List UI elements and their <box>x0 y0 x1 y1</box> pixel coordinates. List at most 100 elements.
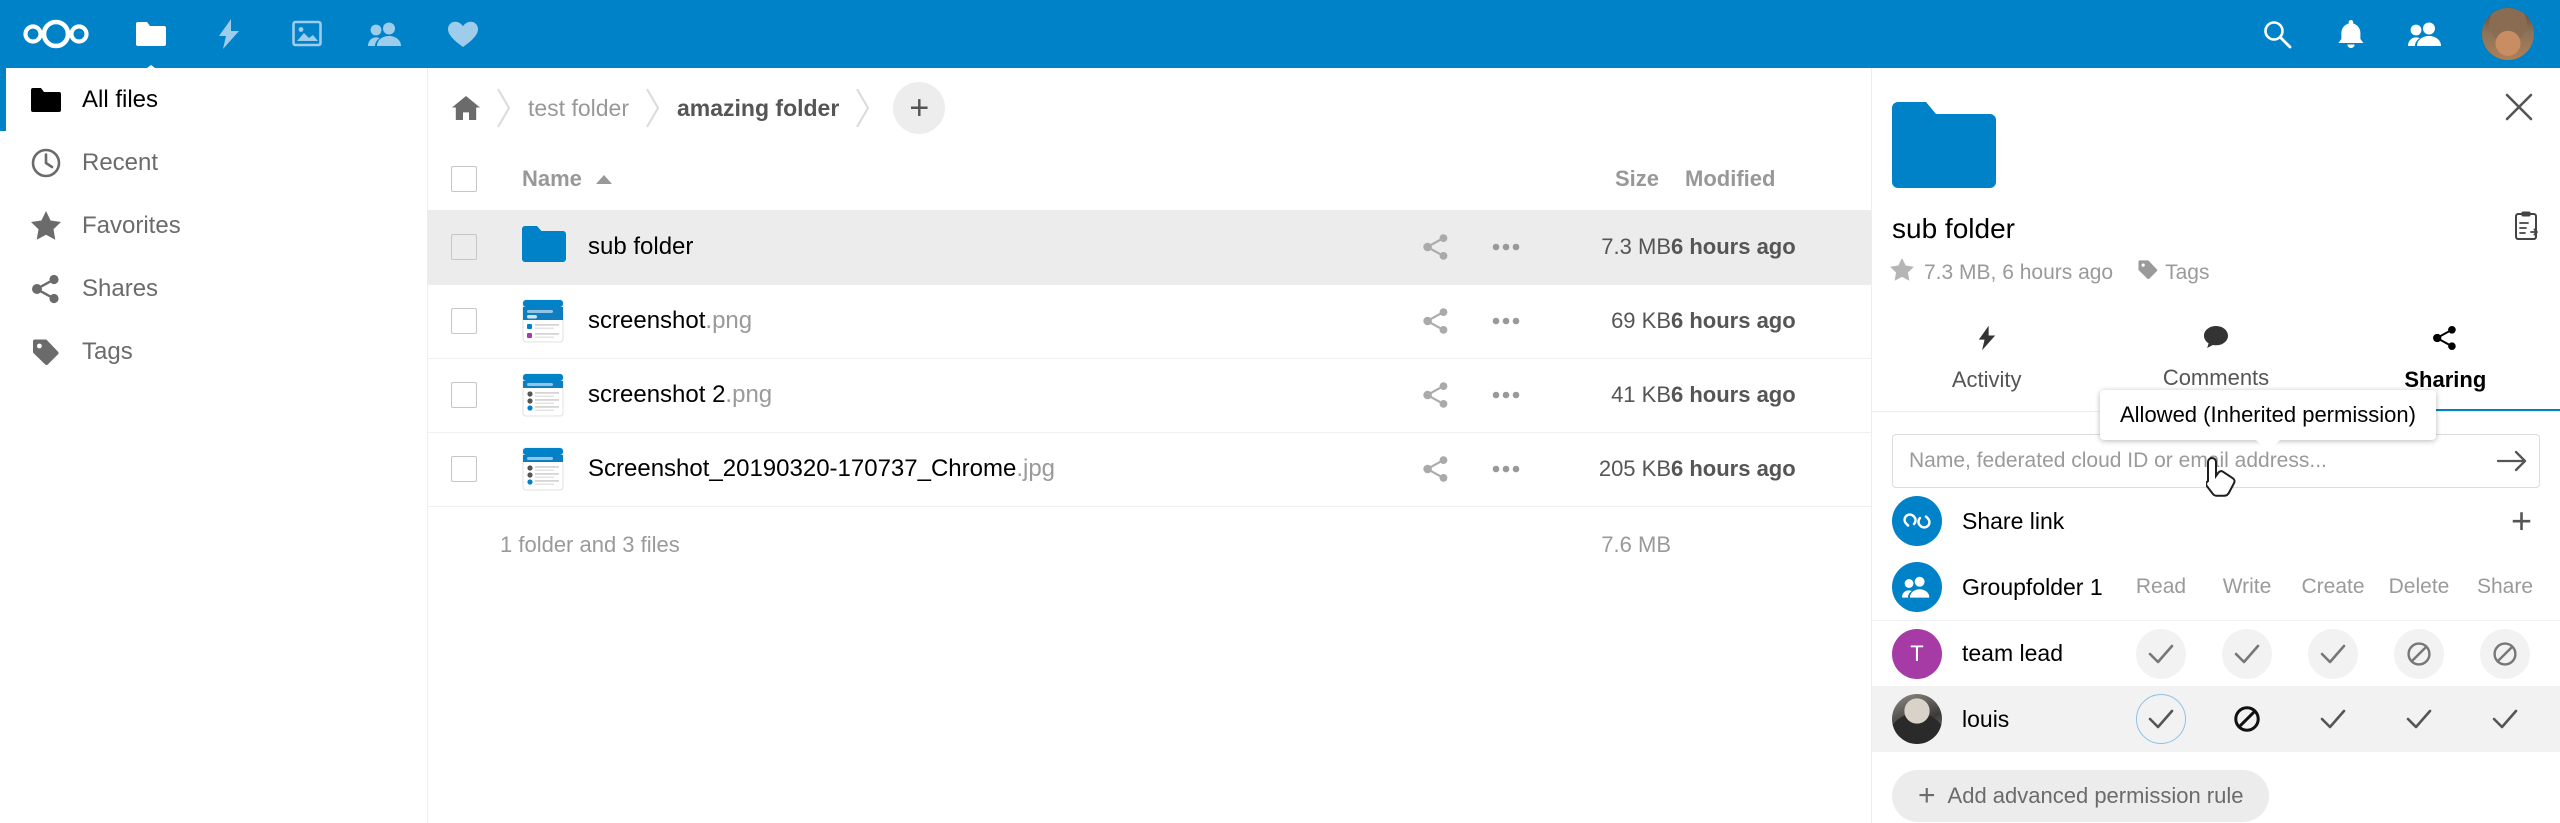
add-advanced-permission-rule-button[interactable]: + Add advanced permission rule <box>1892 770 2270 822</box>
contacts-menu-icon[interactable] <box>2408 17 2442 51</box>
nav-contacts-app[interactable] <box>346 0 424 68</box>
permission-delete[interactable] <box>2376 694 2462 744</box>
details-tags-label: Tags <box>2165 260 2210 284</box>
groupfolder-row[interactable]: Groupfolder 1 Read Write Create Delete S… <box>1872 554 2560 620</box>
tag-icon <box>2137 259 2159 286</box>
more-actions-icon[interactable] <box>1471 391 1541 399</box>
home-icon[interactable] <box>446 95 486 121</box>
share-icon[interactable] <box>1401 233 1471 261</box>
file-size: 205 KB <box>1598 456 1671 481</box>
file-size: 7.3 MB <box>1601 233 1671 259</box>
row-name-cell[interactable]: screenshot 2.png <box>500 358 1401 432</box>
clipboard-icon[interactable] <box>2512 211 2540 246</box>
share-link-row[interactable]: Share link + <box>1872 488 2560 554</box>
breadcrumb-crumb-1[interactable]: amazing folder <box>671 95 845 122</box>
blocked-icon <box>2222 694 2272 744</box>
table-row[interactable]: Screenshot_20190320-170737_Chrome.jpg 20… <box>428 432 1871 506</box>
avatar-image <box>2482 8 2534 60</box>
more-actions-icon[interactable] <box>1471 243 1541 251</box>
column-modified[interactable]: Modified <box>1671 148 1871 210</box>
arrow-right-icon[interactable] <box>2496 445 2528 477</box>
add-share-link-button[interactable]: + <box>2511 503 2532 539</box>
row-checkbox[interactable] <box>451 382 477 408</box>
column-size[interactable]: Size <box>1541 148 1671 210</box>
details-file-icon <box>1892 100 2560 195</box>
user-avatar[interactable] <box>2482 8 2534 60</box>
check-icon <box>2308 694 2358 744</box>
share-icon[interactable] <box>1401 455 1471 483</box>
search-icon[interactable] <box>2260 17 2294 51</box>
file-modified: 6 hours ago <box>1671 456 1796 481</box>
share-icon[interactable] <box>1401 381 1471 409</box>
permission-create[interactable] <box>2290 628 2376 679</box>
blocked-icon <box>2394 628 2444 679</box>
check-icon <box>2136 628 2186 679</box>
file-name: screenshot 2.png <box>588 381 773 408</box>
row-share-cell[interactable] <box>1401 210 1471 284</box>
permission-create[interactable] <box>2290 694 2376 744</box>
table-row[interactable]: sub folder 7.3 MB 6 hours ago <box>428 210 1871 284</box>
heart-icon <box>448 21 478 48</box>
row-menu-cell[interactable] <box>1471 210 1541 284</box>
row-checkbox[interactable] <box>451 308 477 334</box>
notifications-bell-icon[interactable] <box>2334 17 2368 51</box>
check-icon <box>2480 694 2530 744</box>
row-name-cell[interactable]: screenshot.png <box>500 284 1401 358</box>
nav-activity-app[interactable] <box>190 0 268 68</box>
permission-write[interactable] <box>2204 694 2290 744</box>
share-entry-label: louis <box>1962 705 2010 732</box>
breadcrumb-separator <box>635 87 671 129</box>
table-row[interactable]: screenshot 2.png 41 KB 6 hours ago <box>428 358 1871 432</box>
share-icon[interactable] <box>1401 307 1471 335</box>
sidebar-item-recent[interactable]: Recent <box>0 131 427 194</box>
column-size-label: Size <box>1614 166 1659 191</box>
select-all-checkbox[interactable] <box>451 166 477 192</box>
table-row[interactable]: screenshot.png 69 KB 6 hours ago <box>428 284 1871 358</box>
row-share-cell[interactable] <box>1401 284 1471 358</box>
details-tags-link[interactable]: Tags <box>2137 259 2209 286</box>
sidebar-item-tags[interactable]: Tags <box>0 320 427 383</box>
sidebar-item-all-files[interactable]: All files <box>0 68 427 131</box>
lightning-icon <box>218 19 240 49</box>
tab-activity[interactable]: Activity <box>1872 313 2101 411</box>
folder-icon <box>18 87 74 113</box>
row-share-cell[interactable] <box>1401 432 1471 506</box>
nav-favorites-app[interactable] <box>424 0 502 68</box>
row-checkbox[interactable] <box>451 456 477 482</box>
new-file-button[interactable]: + <box>893 82 946 134</box>
row-menu-cell[interactable] <box>1471 432 1541 506</box>
permission-read[interactable] <box>2118 628 2204 679</box>
row-name-cell[interactable]: sub folder <box>500 210 1401 284</box>
close-icon[interactable] <box>2498 86 2540 128</box>
folder-icon <box>522 225 566 269</box>
row-share-cell[interactable] <box>1401 358 1471 432</box>
nextcloud-logo[interactable] <box>0 19 112 49</box>
nav-files-app[interactable] <box>112 0 190 68</box>
row-checkbox[interactable] <box>451 233 477 260</box>
row-name-cell[interactable]: Screenshot_20190320-170737_Chrome.jpg <box>500 432 1401 506</box>
share-icon <box>2432 325 2458 357</box>
breadcrumb-crumb-0[interactable]: test folder <box>522 95 635 122</box>
more-actions-icon[interactable] <box>1471 465 1541 473</box>
permission-read[interactable] <box>2118 694 2204 744</box>
row-menu-cell[interactable] <box>1471 284 1541 358</box>
permission-delete[interactable] <box>2376 628 2462 679</box>
sidebar-item-shares[interactable]: Shares <box>0 257 427 320</box>
row-select-cell <box>428 284 500 358</box>
share-entry-team-lead[interactable]: T team lead <box>1872 620 2560 686</box>
permission-share[interactable] <box>2462 628 2548 679</box>
more-actions-icon[interactable] <box>1471 317 1541 325</box>
share-search-input[interactable] <box>1892 434 2540 488</box>
permission-share[interactable] <box>2462 694 2548 744</box>
star-icon[interactable] <box>1890 258 1914 287</box>
row-menu-cell[interactable] <box>1471 358 1541 432</box>
share-entry-louis[interactable]: louis <box>1872 686 2560 752</box>
file-list-summary: 1 folder and 3 files 7.6 MB <box>428 506 1871 584</box>
details-title-row: sub folder <box>1892 211 2540 246</box>
sidebar-item-label: Recent <box>82 148 159 176</box>
column-name[interactable]: Name <box>500 148 1401 210</box>
nav-photos-app[interactable] <box>268 0 346 68</box>
permission-write[interactable] <box>2204 628 2290 679</box>
comment-icon <box>2203 325 2229 355</box>
sidebar-item-favorites[interactable]: Favorites <box>0 194 427 257</box>
